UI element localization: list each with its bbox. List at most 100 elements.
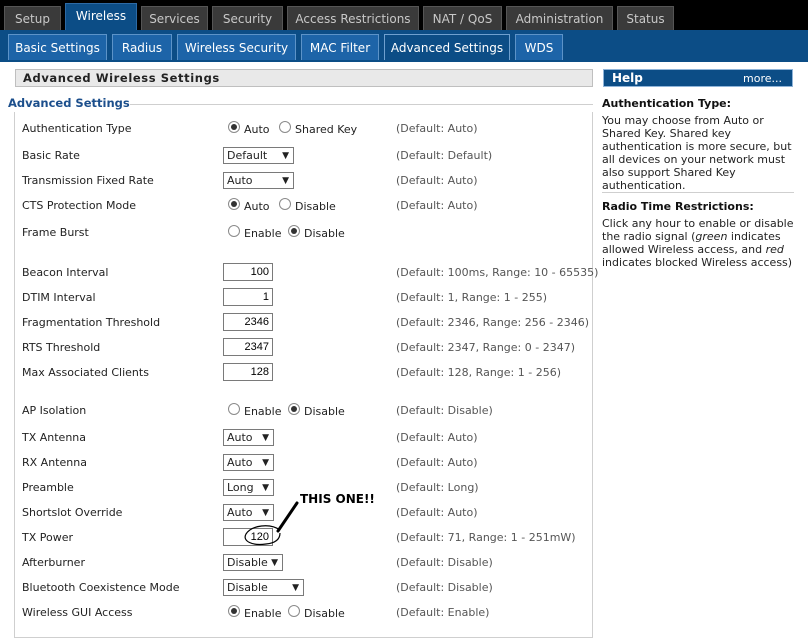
label-fragmentation-threshold: Fragmentation Threshold	[22, 316, 161, 329]
row-ap-isolation: AP Isolation Enable Disable (Default: Di…	[22, 400, 587, 420]
input-max-associated-clients[interactable]	[223, 363, 273, 381]
help-more-link[interactable]: more...	[743, 72, 782, 85]
row-basic-rate: Basic Rate Default ▼ (Default: Default)	[22, 145, 587, 165]
label-authentication-type: Authentication Type	[22, 122, 132, 135]
input-rts-threshold[interactable]	[223, 338, 273, 356]
row-transmission-fixed-rate: Transmission Fixed Rate Auto ▼ (Default:…	[22, 170, 587, 190]
radio-cts-auto[interactable]	[228, 198, 240, 210]
label-shortslot-override: Shortslot Override	[22, 506, 123, 519]
label-preamble: Preamble	[22, 481, 74, 494]
tab-services[interactable]: Services	[141, 6, 208, 30]
radio-label-gui-access-enable: Enable	[244, 607, 282, 620]
select-basic-rate[interactable]: Default ▼	[223, 147, 294, 164]
radio-auth-auto[interactable]	[228, 121, 240, 133]
radio-label-frame-burst-enable: Enable	[244, 227, 282, 240]
row-bluetooth-coexistence-mode: Bluetooth Coexistence Mode Disable ▼ (De…	[22, 577, 587, 597]
annotation-label: THIS ONE!!	[300, 492, 375, 506]
row-frame-burst: Frame Burst Enable Disable	[22, 222, 587, 242]
chevron-down-icon: ▼	[262, 458, 269, 468]
input-beacon-interval[interactable]	[223, 263, 273, 281]
default-max-associated-clients: (Default: 128, Range: 1 - 256)	[396, 366, 561, 379]
tab-nat-qos[interactable]: NAT / QoS	[423, 6, 502, 30]
select-bluetooth-coexistence-mode[interactable]: Disable ▼	[223, 579, 304, 596]
subtab-wireless-security[interactable]: Wireless Security	[177, 34, 296, 60]
subtab-advanced-settings[interactable]: Advanced Settings	[384, 34, 510, 60]
input-dtim-interval[interactable]	[223, 288, 273, 306]
help-radio-green: green	[695, 230, 728, 243]
label-transmission-fixed-rate: Transmission Fixed Rate	[22, 174, 154, 187]
help-auth-text: You may choose from Auto or Shared Key. …	[602, 114, 792, 192]
label-beacon-interval: Beacon Interval	[22, 266, 109, 279]
default-authentication-type: (Default: Auto)	[396, 122, 478, 135]
label-ap-isolation: AP Isolation	[22, 404, 87, 417]
tab-wireless[interactable]: Wireless	[65, 3, 137, 33]
help-auth-title: Authentication Type:	[602, 97, 732, 110]
input-fragmentation-threshold[interactable]	[223, 313, 273, 331]
radio-label-auth-shared-key: Shared Key	[295, 123, 358, 136]
subtab-radius[interactable]: Radius	[112, 34, 172, 60]
subtab-basic-settings[interactable]: Basic Settings	[8, 34, 107, 60]
radio-auth-shared-key[interactable]	[279, 121, 291, 133]
radio-label-ap-isolation-enable: Enable	[244, 405, 282, 418]
section-legend: Advanced Settings	[8, 96, 130, 110]
default-basic-rate: (Default: Default)	[396, 149, 493, 162]
label-tx-power: TX Power	[22, 531, 74, 544]
default-shortslot-override: (Default: Auto)	[396, 506, 478, 519]
subtab-mac-filter[interactable]: MAC Filter	[301, 34, 379, 60]
select-preamble-value: Long	[227, 481, 254, 494]
label-wireless-gui-access: Wireless GUI Access	[22, 606, 133, 619]
help-header: Help more...	[603, 69, 793, 87]
chevron-down-icon: ▼	[271, 558, 278, 568]
select-tx-antenna[interactable]: Auto ▼	[223, 429, 274, 446]
radio-cts-disable[interactable]	[279, 198, 291, 210]
radio-ap-isolation-disable[interactable]	[288, 403, 300, 415]
fieldset-divider	[130, 104, 593, 105]
row-wireless-gui-access: Wireless GUI Access Enable Disable (Defa…	[22, 602, 587, 622]
radio-label-frame-burst-disable: Disable	[304, 227, 345, 240]
radio-label-ap-isolation-disable: Disable	[304, 405, 345, 418]
subtab-wds[interactable]: WDS	[515, 34, 563, 60]
default-beacon-interval: (Default: 100ms, Range: 10 - 65535)	[396, 266, 599, 279]
help-radio-title: Radio Time Restrictions:	[602, 200, 754, 213]
label-tx-antenna: TX Antenna	[22, 431, 87, 444]
select-tx-antenna-value: Auto	[227, 431, 253, 444]
chevron-down-icon: ▼	[282, 176, 289, 186]
label-afterburner: Afterburner	[22, 556, 85, 569]
select-bluetooth-coexistence-mode-value: Disable	[227, 581, 268, 594]
main-nav: Setup Wireless Services Security Access …	[0, 3, 808, 33]
select-transmission-fixed-rate-value: Auto	[227, 174, 253, 187]
label-rx-antenna: RX Antenna	[22, 456, 87, 469]
tab-setup[interactable]: Setup	[4, 6, 61, 30]
help-title: Help	[612, 71, 643, 85]
radio-gui-access-disable[interactable]	[288, 605, 300, 617]
radio-ap-isolation-enable[interactable]	[228, 403, 240, 415]
radio-label-auth-auto: Auto	[244, 123, 270, 136]
default-tx-power: (Default: 71, Range: 1 - 251mW)	[396, 531, 576, 544]
radio-label-cts-auto: Auto	[244, 200, 270, 213]
select-basic-rate-value: Default	[227, 149, 268, 162]
label-bluetooth-coexistence-mode: Bluetooth Coexistence Mode	[22, 581, 180, 594]
default-ap-isolation: (Default: Disable)	[396, 404, 493, 417]
chevron-down-icon: ▼	[262, 433, 269, 443]
radio-frame-burst-enable[interactable]	[228, 225, 240, 237]
chevron-down-icon: ▼	[262, 483, 269, 493]
row-afterburner: Afterburner Disable ▼ (Default: Disable)	[22, 552, 587, 572]
label-frame-burst: Frame Burst	[22, 226, 89, 239]
tab-administration[interactable]: Administration	[506, 6, 613, 30]
select-afterburner[interactable]: Disable ▼	[223, 554, 283, 571]
radio-gui-access-enable[interactable]	[228, 605, 240, 617]
tab-status[interactable]: Status	[617, 6, 674, 30]
chevron-down-icon: ▼	[292, 583, 299, 593]
select-transmission-fixed-rate[interactable]: Auto ▼	[223, 172, 294, 189]
radio-label-cts-disable: Disable	[295, 200, 336, 213]
row-rts-threshold: RTS Threshold (Default: 2347, Range: 0 -…	[22, 337, 587, 357]
tab-access-restrictions[interactable]: Access Restrictions	[287, 6, 419, 30]
select-preamble[interactable]: Long ▼	[223, 479, 274, 496]
tab-security[interactable]: Security	[212, 6, 283, 30]
radio-frame-burst-disable[interactable]	[288, 225, 300, 237]
label-rts-threshold: RTS Threshold	[22, 341, 101, 354]
default-wireless-gui-access: (Default: Enable)	[396, 606, 490, 619]
select-afterburner-value: Disable	[227, 556, 268, 569]
select-rx-antenna[interactable]: Auto ▼	[223, 454, 274, 471]
chevron-down-icon: ▼	[282, 151, 289, 161]
